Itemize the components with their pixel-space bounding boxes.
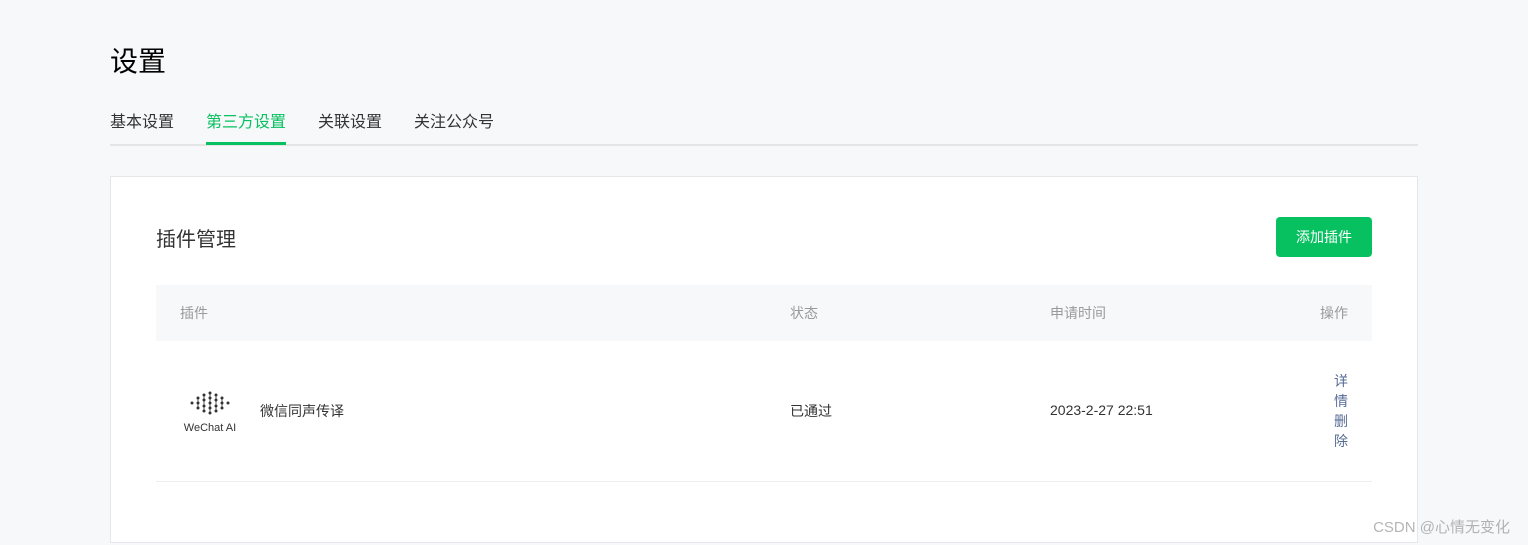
plugin-table: 插件 状态 申请时间 操作 [156,285,1372,482]
plugin-status: 已通过 [790,403,832,419]
plugin-panel: 插件管理 添加插件 插件 状态 申请时间 操作 [110,176,1418,543]
plugin-icon-label: WeChat AI [184,422,236,434]
header-action: 操作 [1320,303,1348,323]
tab-related-settings[interactable]: 关联设置 [318,108,382,144]
page-title: 设置 [110,40,1418,80]
delete-link[interactable]: 删除 [1334,413,1348,449]
add-plugin-button[interactable]: 添加插件 [1276,217,1372,257]
table-header: 插件 状态 申请时间 操作 [156,285,1372,341]
watermark: CSDN @心情无变化 [1373,516,1510,537]
tab-basic-settings[interactable]: 基本设置 [110,108,174,144]
tab-third-party[interactable]: 第三方设置 [206,108,286,144]
plugin-name: 微信同声传译 [260,401,344,421]
divider [110,145,1418,146]
detail-link[interactable]: 详情 [1334,373,1348,409]
header-plugin: 插件 [180,303,790,323]
panel-header: 插件管理 添加插件 [156,217,1372,257]
panel-title: 插件管理 [156,223,236,252]
plugin-time: 2023-2-27 22:51 [1050,402,1153,418]
tabs-nav: 基本设置 第三方设置 关联设置 关注公众号 [110,108,1418,145]
tab-follow-account[interactable]: 关注公众号 [414,108,494,144]
table-row: WeChat AI 微信同声传译 已通过 2023-2-27 22:51 详情 … [156,341,1372,482]
wechat-ai-icon: WeChat AI [180,381,240,441]
header-status: 状态 [790,303,1050,323]
header-time: 申请时间 [1050,303,1320,323]
